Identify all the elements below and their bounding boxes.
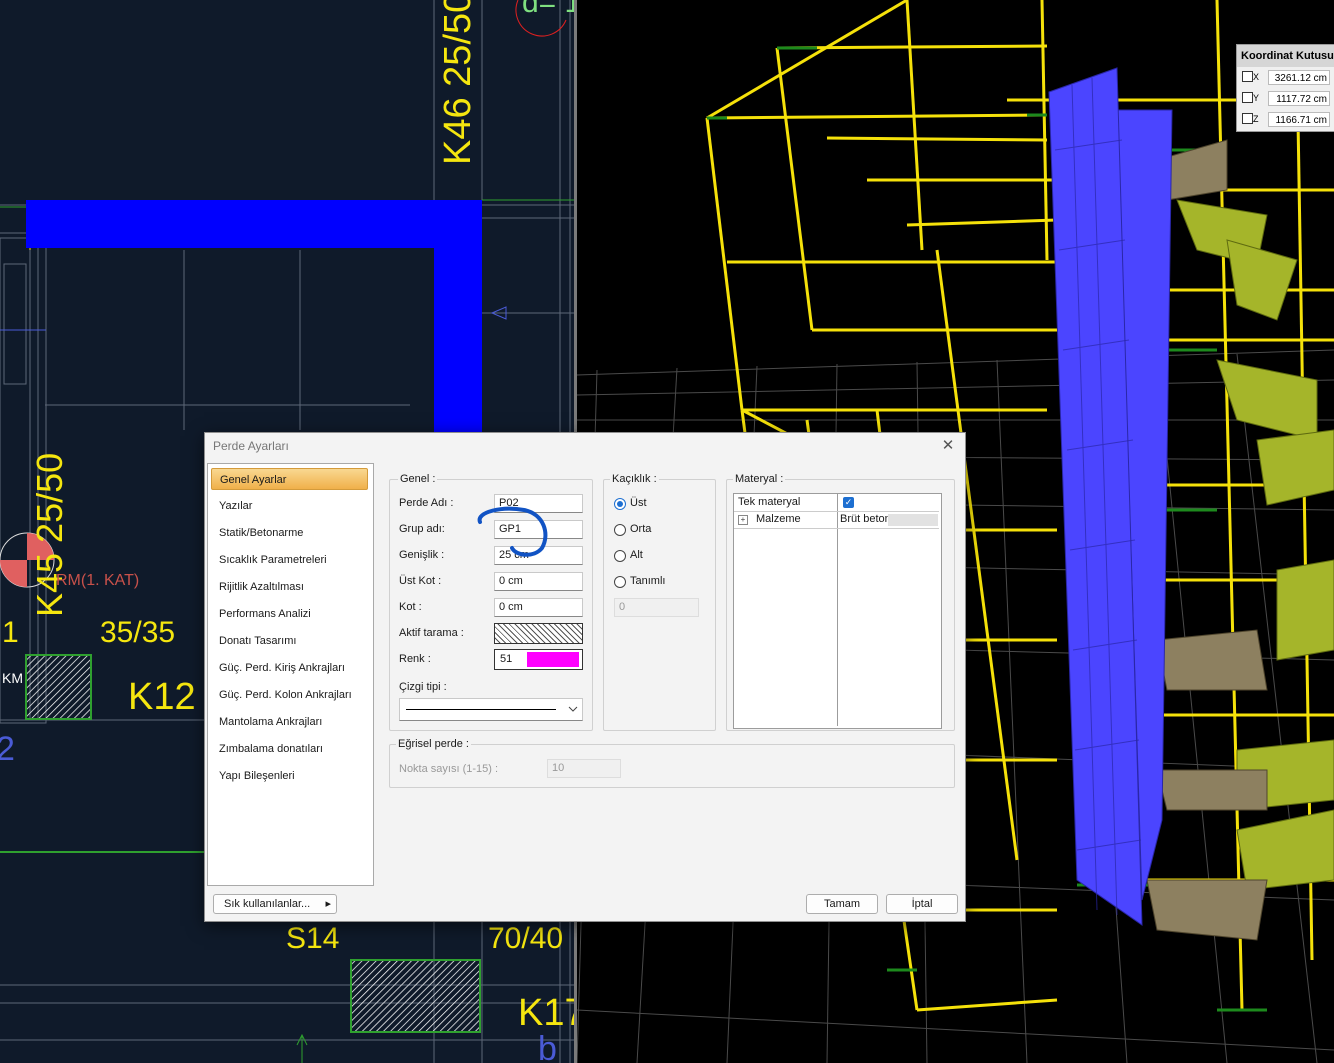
renk-picker[interactable]: 51 (494, 649, 583, 670)
nav-item-kiris-ankraj[interactable]: Güç. Perd. Kiriş Ankrajları (211, 657, 368, 679)
aktif-tarama-label: Aktif tarama : (399, 627, 464, 639)
nav-item-kolon-ankraj[interactable]: Güç. Perd. Kolon Ankrajları (211, 684, 368, 706)
expand-icon[interactable]: + (738, 515, 748, 525)
coord-y-label: Y (1253, 93, 1260, 103)
kaciklik-group: Kaçıklık : Üst Orta Alt Tanımlı 0 (603, 473, 716, 731)
label-dim2: 70/40 (488, 922, 564, 955)
chevron-down-icon (568, 706, 578, 712)
close-button[interactable]: ✕ (937, 436, 959, 456)
tek-materyal-checkbox[interactable]: ✓ (843, 497, 854, 508)
coord-row-z: Z 1166.71 cm (1237, 109, 1334, 130)
label-k45: K45 25/50 (29, 452, 70, 617)
renk-color-swatch (527, 652, 579, 667)
coord-y-value[interactable]: 1117.72 cm (1268, 91, 1330, 106)
radio-alt-label: Alt (630, 549, 643, 561)
malzeme-label: Malzeme (756, 513, 801, 525)
kot-input[interactable]: 0 cm (494, 598, 583, 617)
radio-ust[interactable] (614, 498, 626, 510)
grup-adi-label: Grup adı: (399, 523, 445, 535)
materyal-group-title: Materyal : (733, 473, 786, 485)
egrisel-group: Eğrisel perde : Nokta sayısı (1-15) : 10 (389, 738, 955, 788)
kaciklik-group-title: Kaçıklık : (610, 473, 659, 485)
dialog-title: Perde Ayarları (213, 439, 289, 453)
label-d1: d= 1 (522, 0, 574, 19)
coordinate-box: Koordinat Kutusu X 3261.12 cm Y 1117.72 … (1236, 44, 1334, 132)
cizgi-tipi-select[interactable] (399, 698, 583, 721)
label-num1: 1 (2, 616, 19, 649)
coord-y-checkbox[interactable] (1242, 92, 1253, 103)
cizgi-tipi-label: Çizgi tipi : (399, 681, 447, 693)
perde-settings-dialog: Perde Ayarları ✕ Genel Ayarlar Yazılar S… (204, 432, 966, 922)
radio-orta-label: Orta (630, 523, 652, 535)
aktif-tarama-swatch[interactable] (494, 623, 583, 644)
coord-z-checkbox[interactable] (1242, 113, 1253, 124)
coord-x-checkbox[interactable] (1242, 71, 1253, 82)
label-k12: K12 (128, 676, 196, 718)
nav-item-donati[interactable]: Donatı Tasarımı (211, 630, 368, 652)
cancel-button[interactable]: İptal (886, 894, 958, 914)
ust-kot-input[interactable]: 0 cm (494, 572, 583, 591)
label-k17: K17 (518, 992, 574, 1034)
nav-item-zimbalama[interactable]: Zımbalama donatıları (211, 738, 368, 760)
line-sample (406, 709, 556, 710)
annotation-circle (477, 506, 548, 557)
nav-item-statik-betonarme[interactable]: Statik/Betonarme (211, 522, 368, 544)
radio-tanimli[interactable] (614, 576, 626, 588)
kaciklik-value-input[interactable]: 0 (614, 598, 699, 617)
nav-item-rijitlik[interactable]: Rijitlik Azaltılması (211, 576, 368, 598)
favorites-label: Sık kullanılanlar... (224, 898, 311, 910)
nav-item-genel-ayarlar[interactable]: Genel Ayarlar (211, 468, 368, 490)
malzeme-value[interactable]: Brüt beton (840, 513, 890, 525)
tek-materyal-label: Tek materyal (738, 496, 801, 508)
radio-orta[interactable] (614, 524, 626, 536)
nokta-sayisi-label: Nokta sayısı (1-15) : (399, 763, 499, 775)
coord-x-value[interactable]: 3261.12 cm (1268, 70, 1330, 85)
label-km: KM (2, 670, 23, 686)
genislik-label: Genişlik : (399, 549, 445, 561)
label-dim1: 35/35 (100, 616, 176, 649)
nav-item-sicaklik[interactable]: Sıcaklık Parametreleri (211, 549, 368, 571)
coord-x-label: X (1253, 72, 1260, 82)
label-b: b (538, 1030, 557, 1063)
genel-group-title: Genel : (398, 473, 438, 485)
coordinate-box-title: Koordinat Kutusu (1237, 45, 1334, 67)
renk-value: 51 (500, 653, 513, 665)
label-k46: K46 25/50 (437, 0, 479, 165)
chevron-right-icon: ▸ (325, 898, 331, 910)
nokta-sayisi-input[interactable]: 10 (547, 759, 621, 778)
label-num2: 2 (0, 730, 15, 768)
materyal-grid: Tek materyal ✓ + Malzeme Brüt beton (733, 493, 942, 729)
nav-item-mantolama[interactable]: Mantolama Ankrajları (211, 711, 368, 733)
materyal-group: Materyal : Tek materyal ✓ + Malzeme Brüt… (726, 473, 955, 731)
ok-button[interactable]: Tamam (806, 894, 878, 914)
label-kat: RM(1. KAT) (56, 572, 140, 589)
coord-row-y: Y 1117.72 cm (1237, 88, 1334, 109)
kot-label: Kot : (399, 601, 422, 613)
nav-item-performans[interactable]: Performans Analizi (211, 603, 368, 625)
malzeme-dropdown[interactable] (888, 514, 938, 526)
coord-z-value[interactable]: 1166.71 cm (1268, 112, 1330, 127)
radio-alt[interactable] (614, 550, 626, 562)
settings-nav: Genel Ayarlar Yazılar Statik/Betonarme S… (207, 463, 374, 886)
favorites-button[interactable]: Sık kullanılanlar... ▸ (213, 894, 337, 914)
egrisel-group-title: Eğrisel perde : (396, 738, 471, 750)
radio-ust-label: Üst (630, 497, 647, 509)
nav-item-yapi-bilesenleri[interactable]: Yapı Bileşenleri (211, 765, 368, 787)
perde-adi-label: Perde Adı : (399, 497, 454, 509)
ust-kot-label: Üst Kot : (399, 575, 442, 587)
renk-label: Renk : (399, 653, 431, 665)
radio-tanimli-label: Tanımlı (630, 575, 666, 587)
nav-item-yazilar[interactable]: Yazılar (211, 495, 368, 517)
coord-z-label: Z (1253, 114, 1259, 124)
coord-row-x: X 3261.12 cm (1237, 67, 1334, 88)
label-s14: S14 (286, 922, 340, 955)
